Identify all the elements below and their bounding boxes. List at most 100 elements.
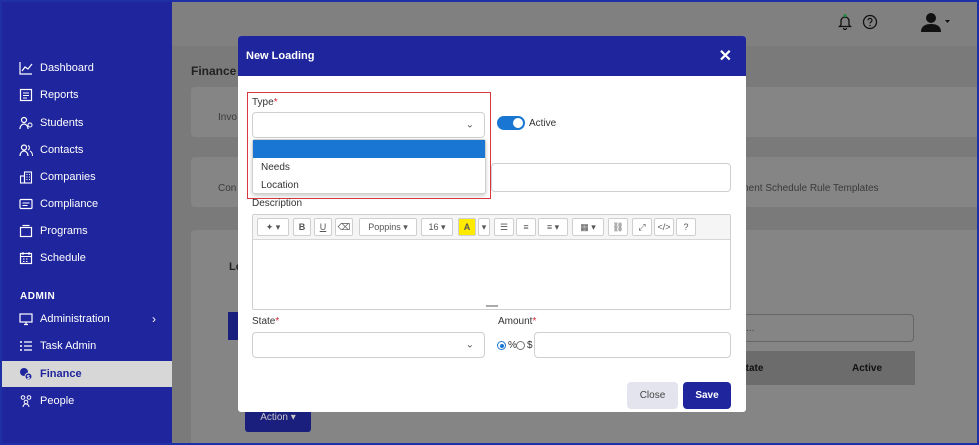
sidebar-item-label: Dashboard [40,62,94,74]
user-avatar-icon[interactable] [920,12,950,35]
name-input[interactable] [491,163,731,192]
sidebar-item-administration[interactable]: Administration › [2,306,172,332]
sidebar-item-label: Finance [40,368,82,380]
font-family-select[interactable]: Poppins ▾ [359,218,417,236]
editor-toolbar: ✦ ▾ B U ⌫ Poppins ▾ 16 ▾ A ▾ ☰ ≡ ≡ ▾ ▦ ▾… [253,215,730,240]
sidebar-item-label: Task Admin [40,340,97,352]
required-marker: * [273,97,278,108]
type-label-text: Type [252,97,274,108]
amount-label-text: Amount [498,316,533,327]
modal-title: New Loading [246,50,315,62]
sidebar-item-label: People [40,395,75,407]
list-icon [18,338,34,354]
sidebar-item-finance[interactable]: $ Finance [2,361,172,387]
fullscreen-icon[interactable]: ⤢ [632,218,652,236]
magic-wand-icon[interactable]: ✦ ▾ [257,218,289,236]
sidebar-item-label: Schedule [40,252,86,264]
required-marker: * [275,316,280,327]
numbered-list-icon[interactable]: ≡ [516,218,536,236]
help-icon[interactable] [862,14,878,33]
type-select[interactable]: ⌄ [252,112,485,138]
align-icon[interactable]: ≡ ▾ [538,218,568,236]
chart-line-icon [18,60,34,76]
app-frame: Dashboard Reports Students Contacts Comp… [0,0,979,445]
save-button[interactable]: Save [683,382,731,409]
programs-icon [18,223,34,239]
table-icon[interactable]: ▦ ▾ [572,218,604,236]
percent-radio[interactable] [497,341,506,350]
bullet-list-icon[interactable]: ☰ [494,218,514,236]
sidebar-item-dashboard[interactable]: Dashboard [2,55,172,81]
bold-icon[interactable]: B [293,218,311,236]
background-tab-fragment: Invo [218,112,237,123]
report-icon [18,87,34,103]
active-label: Active [529,118,557,129]
modal-header: New Loading ✕ [238,36,746,76]
dollar-radio-label: $ [527,340,533,351]
description-editor[interactable]: ✦ ▾ B U ⌫ Poppins ▾ 16 ▾ A ▾ ☰ ≡ ≡ ▾ ▦ ▾… [252,214,731,310]
sidebar-item-label: Companies [40,171,96,183]
font-size-value: 16 [428,222,439,232]
resize-handle[interactable] [486,305,498,307]
chevron-right-icon: › [152,312,156,326]
sidebar-item-label: Administration [40,313,110,325]
help-icon[interactable]: ? [676,218,696,236]
description-label: Description [252,198,303,209]
close-icon[interactable]: ✕ [719,46,732,66]
background-tab-fragment: Con [218,183,237,194]
building-icon [18,169,34,185]
toggle-knob [513,118,523,128]
type-option-empty[interactable] [253,140,485,158]
page-title: Finance [191,64,237,78]
chevron-down-icon: ⌄ [465,119,474,131]
chevron-down-icon[interactable]: ▾ [478,218,490,236]
eraser-icon[interactable]: ⌫ [335,218,353,236]
text-color-icon[interactable]: A [458,218,476,236]
required-marker: * [532,316,537,327]
sidebar-item-task-admin[interactable]: Task Admin [2,333,172,359]
background-button-strip [228,312,238,340]
sidebar-item-compliance[interactable]: Compliance [2,191,172,217]
chevron-down-icon: ⌄ [465,339,474,351]
calendar-icon [18,250,34,266]
code-view-icon[interactable]: </> [654,218,674,236]
people-icon [18,393,34,409]
students-icon [18,115,34,131]
state-label: State* [252,316,279,327]
dollar-radio[interactable] [516,341,525,350]
admin-heading: ADMIN [20,291,56,302]
bell-icon[interactable] [837,14,853,33]
font-family-value: Poppins [368,222,401,232]
sidebar-item-reports[interactable]: Reports [2,82,172,108]
new-loading-modal: New Loading ✕ Type* ⌄ Needs Location Act… [238,36,746,412]
font-size-select[interactable]: 16 ▾ [421,218,453,236]
monitor-icon [18,311,34,327]
underline-icon[interactable]: U [314,218,332,236]
contacts-icon [18,142,34,158]
background-search-input: ng... [728,314,914,342]
svg-text:$: $ [27,375,30,381]
sidebar-item-label: Students [40,117,84,129]
sidebar-item-people[interactable]: People [2,388,172,414]
sidebar-item-label: Programs [40,225,88,237]
close-button[interactable]: Close [627,382,678,409]
sidebar-item-label: Contacts [40,144,84,156]
type-option-needs[interactable]: Needs [253,158,485,176]
sidebar-item-programs[interactable]: Programs [2,218,172,244]
active-toggle[interactable] [497,116,525,130]
amount-label: Amount* [498,316,536,327]
type-option-location[interactable]: Location [253,176,485,194]
amount-input[interactable] [534,332,731,358]
sidebar-item-companies[interactable]: Companies [2,164,172,190]
background-tab-schedule-rules: rment Schedule Rule Templates [737,183,879,194]
sidebar-item-contacts[interactable]: Contacts [2,137,172,163]
sidebar-item-students[interactable]: Students [2,110,172,136]
id-card-icon [18,196,34,212]
link-icon[interactable]: ⛓ [608,218,628,236]
type-dropdown-list: Needs Location [252,139,486,194]
table-header-active: Active [852,363,883,374]
finance-icon: $ [18,366,34,382]
state-label-text: State [252,316,276,327]
state-select[interactable]: ⌄ [252,332,485,358]
sidebar-item-schedule[interactable]: Schedule [2,245,172,271]
